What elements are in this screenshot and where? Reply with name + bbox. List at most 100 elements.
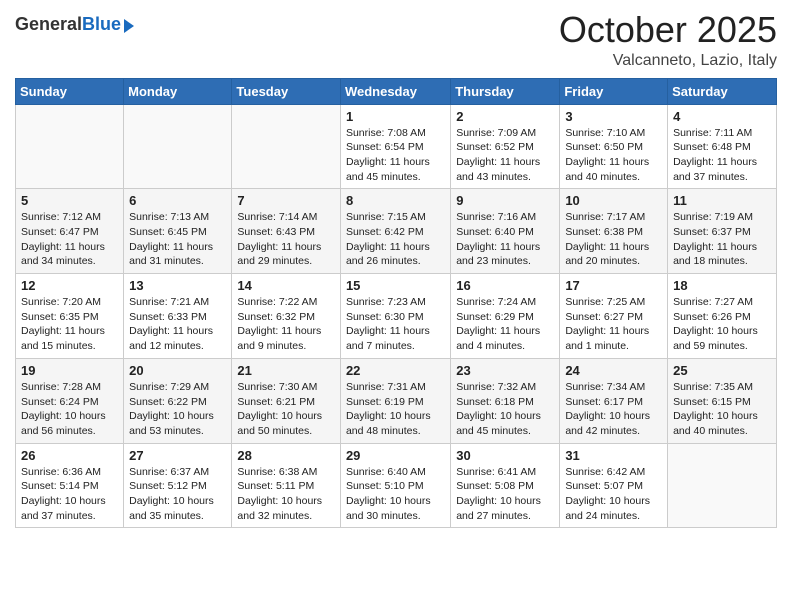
calendar-cell: 27 Sunrise: 6:37 AM Sunset: 5:12 PM Dayli…: [124, 443, 232, 528]
calendar-header-tuesday: Tuesday: [232, 78, 341, 104]
calendar-header-friday: Friday: [560, 78, 668, 104]
calendar-cell: 1 Sunrise: 7:08 AM Sunset: 6:54 PM Daylig…: [340, 104, 450, 189]
location-title: Valcanneto, Lazio, Italy: [559, 52, 777, 70]
calendar-header-saturday: Saturday: [668, 78, 777, 104]
day-number: 18: [673, 278, 771, 293]
day-info: Sunrise: 7:22 AM Sunset: 6:32 PM Dayligh…: [237, 295, 335, 354]
day-number: 31: [565, 448, 662, 463]
day-number: 27: [129, 448, 226, 463]
calendar-cell: 13 Sunrise: 7:21 AM Sunset: 6:33 PM Dayli…: [124, 274, 232, 359]
day-number: 28: [237, 448, 335, 463]
day-info: Sunrise: 6:42 AM Sunset: 5:07 PM Dayligh…: [565, 465, 662, 524]
logo-blue-text: Blue: [82, 14, 121, 35]
day-number: 23: [456, 363, 554, 378]
day-info: Sunrise: 7:34 AM Sunset: 6:17 PM Dayligh…: [565, 380, 662, 439]
header: General Blue October 2025 Valcanneto, La…: [15, 10, 777, 70]
day-info: Sunrise: 7:11 AM Sunset: 6:48 PM Dayligh…: [673, 126, 771, 185]
calendar-cell: 22 Sunrise: 7:31 AM Sunset: 6:19 PM Dayli…: [340, 358, 450, 443]
calendar-cell: [668, 443, 777, 528]
logo-general-text: General: [15, 14, 82, 35]
calendar-cell: 6 Sunrise: 7:13 AM Sunset: 6:45 PM Daylig…: [124, 189, 232, 274]
day-info: Sunrise: 7:15 AM Sunset: 6:42 PM Dayligh…: [346, 210, 445, 269]
calendar-cell: 30Sunrise: 6:41 AM Sunset: 5:08 PM Dayli…: [451, 443, 560, 528]
day-info: Sunrise: 7:17 AM Sunset: 6:38 PM Dayligh…: [565, 210, 662, 269]
day-number: 12: [21, 278, 118, 293]
day-number: 19: [21, 363, 118, 378]
calendar-cell: 12 Sunrise: 7:20 AM Sunset: 6:35 PM Dayli…: [16, 274, 124, 359]
calendar-cell: 20 Sunrise: 7:29 AM Sunset: 6:22 PM Dayli…: [124, 358, 232, 443]
day-info: Sunrise: 7:32 AM Sunset: 6:18 PM Dayligh…: [456, 380, 554, 439]
day-number: 13: [129, 278, 226, 293]
calendar-cell: 9Sunrise: 7:16 AM Sunset: 6:40 PM Daylig…: [451, 189, 560, 274]
day-number: 20: [129, 363, 226, 378]
day-number: 24: [565, 363, 662, 378]
day-info: Sunrise: 7:10 AM Sunset: 6:50 PM Dayligh…: [565, 126, 662, 185]
calendar-cell: 7Sunrise: 7:14 AM Sunset: 6:43 PM Daylig…: [232, 189, 341, 274]
calendar-cell: [124, 104, 232, 189]
day-info: Sunrise: 7:09 AM Sunset: 6:52 PM Dayligh…: [456, 126, 554, 185]
calendar-cell: 21Sunrise: 7:30 AM Sunset: 6:21 PM Dayli…: [232, 358, 341, 443]
logo: General Blue: [15, 10, 134, 35]
day-number: 25: [673, 363, 771, 378]
day-number: 22: [346, 363, 445, 378]
calendar-header-wednesday: Wednesday: [340, 78, 450, 104]
calendar-header-monday: Monday: [124, 78, 232, 104]
calendar-cell: 31 Sunrise: 6:42 AM Sunset: 5:07 PM Dayli…: [560, 443, 668, 528]
calendar-cell: 11 Sunrise: 7:19 AM Sunset: 6:37 PM Dayli…: [668, 189, 777, 274]
calendar-week-row: 5Sunrise: 7:12 AM Sunset: 6:47 PM Daylig…: [16, 189, 777, 274]
day-info: Sunrise: 7:13 AM Sunset: 6:45 PM Dayligh…: [129, 210, 226, 269]
day-number: 7: [237, 193, 335, 208]
calendar-cell: 10 Sunrise: 7:17 AM Sunset: 6:38 PM Dayli…: [560, 189, 668, 274]
calendar-cell: [16, 104, 124, 189]
day-number: 11: [673, 193, 771, 208]
calendar-week-row: 19Sunrise: 7:28 AM Sunset: 6:24 PM Dayli…: [16, 358, 777, 443]
day-info: Sunrise: 7:30 AM Sunset: 6:21 PM Dayligh…: [237, 380, 335, 439]
day-info: Sunrise: 6:40 AM Sunset: 5:10 PM Dayligh…: [346, 465, 445, 524]
calendar-header-sunday: Sunday: [16, 78, 124, 104]
day-info: Sunrise: 6:41 AM Sunset: 5:08 PM Dayligh…: [456, 465, 554, 524]
calendar-cell: 28Sunrise: 6:38 AM Sunset: 5:11 PM Dayli…: [232, 443, 341, 528]
calendar-week-row: 26 Sunrise: 6:36 AM Sunset: 5:14 PM Dayli…: [16, 443, 777, 528]
calendar-cell: 15 Sunrise: 7:23 AM Sunset: 6:30 PM Dayli…: [340, 274, 450, 359]
month-title: October 2025: [559, 10, 777, 50]
day-number: 17: [565, 278, 662, 293]
day-info: Sunrise: 7:23 AM Sunset: 6:30 PM Dayligh…: [346, 295, 445, 354]
calendar-cell: 26 Sunrise: 6:36 AM Sunset: 5:14 PM Dayli…: [16, 443, 124, 528]
day-number: 9: [456, 193, 554, 208]
day-info: Sunrise: 7:31 AM Sunset: 6:19 PM Dayligh…: [346, 380, 445, 439]
calendar-cell: 23 Sunrise: 7:32 AM Sunset: 6:18 PM Dayli…: [451, 358, 560, 443]
calendar-cell: [232, 104, 341, 189]
day-number: 3: [565, 109, 662, 124]
day-number: 26: [21, 448, 118, 463]
calendar-header-row: SundayMondayTuesdayWednesdayThursdayFrid…: [16, 78, 777, 104]
day-info: Sunrise: 7:20 AM Sunset: 6:35 PM Dayligh…: [21, 295, 118, 354]
day-info: Sunrise: 7:08 AM Sunset: 6:54 PM Dayligh…: [346, 126, 445, 185]
calendar-cell: 4Sunrise: 7:11 AM Sunset: 6:48 PM Daylig…: [668, 104, 777, 189]
calendar-cell: 2 Sunrise: 7:09 AM Sunset: 6:52 PM Daylig…: [451, 104, 560, 189]
calendar-cell: 25 Sunrise: 7:35 AM Sunset: 6:15 PM Dayli…: [668, 358, 777, 443]
day-info: Sunrise: 6:37 AM Sunset: 5:12 PM Dayligh…: [129, 465, 226, 524]
day-info: Sunrise: 6:36 AM Sunset: 5:14 PM Dayligh…: [21, 465, 118, 524]
day-info: Sunrise: 7:19 AM Sunset: 6:37 PM Dayligh…: [673, 210, 771, 269]
calendar-cell: 5Sunrise: 7:12 AM Sunset: 6:47 PM Daylig…: [16, 189, 124, 274]
calendar-cell: 16Sunrise: 7:24 AM Sunset: 6:29 PM Dayli…: [451, 274, 560, 359]
day-info: Sunrise: 7:29 AM Sunset: 6:22 PM Dayligh…: [129, 380, 226, 439]
day-info: Sunrise: 7:12 AM Sunset: 6:47 PM Dayligh…: [21, 210, 118, 269]
day-number: 2: [456, 109, 554, 124]
day-info: Sunrise: 7:35 AM Sunset: 6:15 PM Dayligh…: [673, 380, 771, 439]
day-info: Sunrise: 7:27 AM Sunset: 6:26 PM Dayligh…: [673, 295, 771, 354]
day-number: 29: [346, 448, 445, 463]
day-info: Sunrise: 7:21 AM Sunset: 6:33 PM Dayligh…: [129, 295, 226, 354]
day-number: 16: [456, 278, 554, 293]
calendar-cell: 8Sunrise: 7:15 AM Sunset: 6:42 PM Daylig…: [340, 189, 450, 274]
calendar-week-row: 1 Sunrise: 7:08 AM Sunset: 6:54 PM Daylig…: [16, 104, 777, 189]
calendar-table: SundayMondayTuesdayWednesdayThursdayFrid…: [15, 78, 777, 529]
day-number: 14: [237, 278, 335, 293]
day-number: 6: [129, 193, 226, 208]
day-number: 10: [565, 193, 662, 208]
day-number: 15: [346, 278, 445, 293]
calendar-cell: 18 Sunrise: 7:27 AM Sunset: 6:26 PM Dayli…: [668, 274, 777, 359]
day-number: 1: [346, 109, 445, 124]
calendar-cell: 24 Sunrise: 7:34 AM Sunset: 6:17 PM Dayli…: [560, 358, 668, 443]
calendar-cell: 3 Sunrise: 7:10 AM Sunset: 6:50 PM Daylig…: [560, 104, 668, 189]
